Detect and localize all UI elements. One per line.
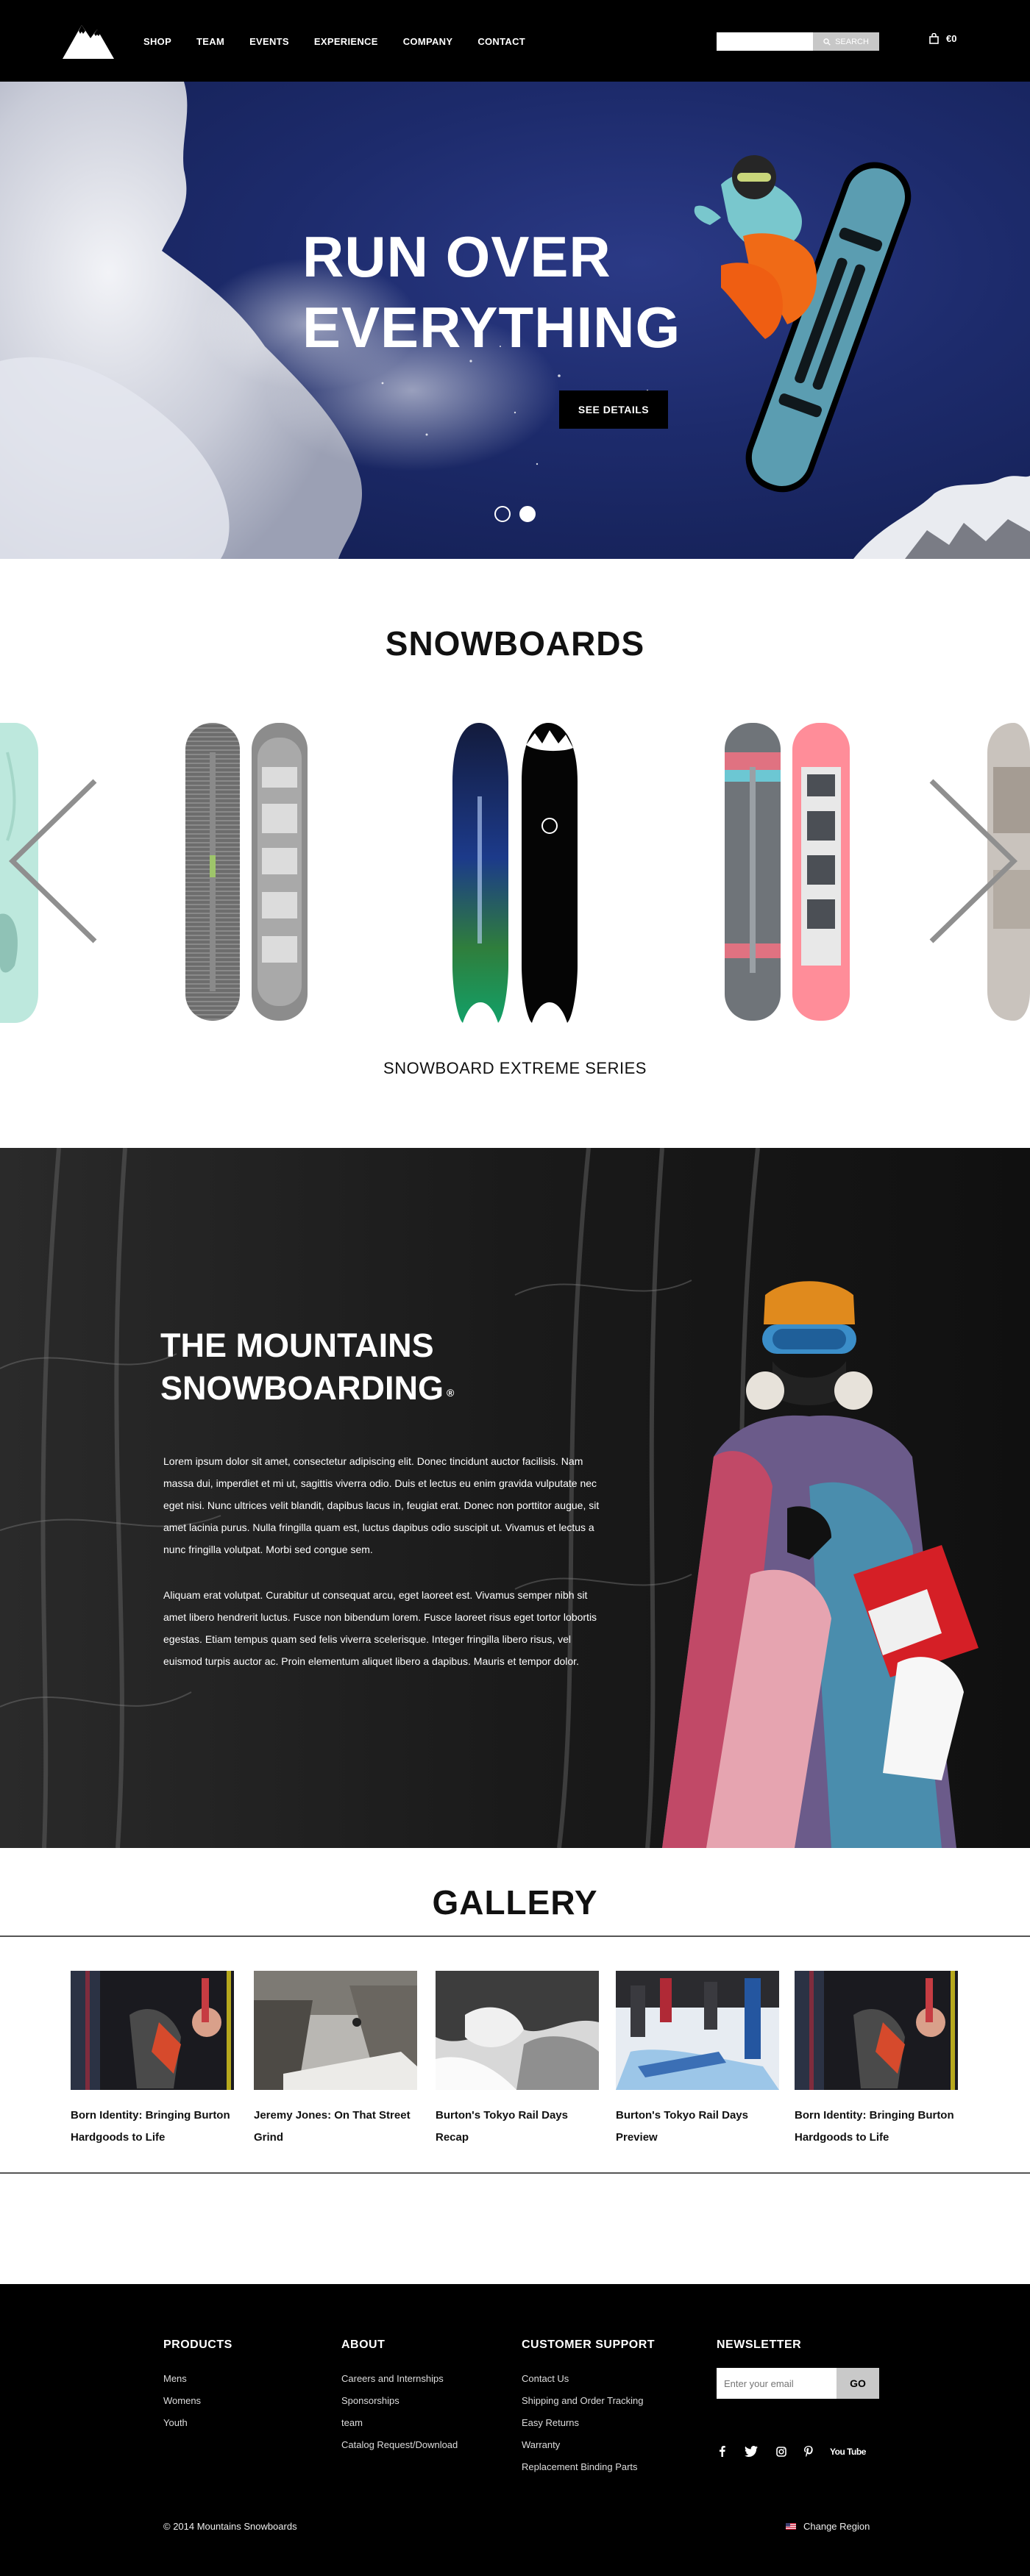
instagram-icon[interactable] (775, 2446, 787, 2457)
snowboard-custom[interactable] (725, 723, 850, 1021)
footer-link-womens[interactable]: Womens (163, 2390, 232, 2412)
footer-newsletter: NEWSLETTER GO (717, 2338, 879, 2399)
gallery-thumbnail[interactable] (436, 1971, 599, 2090)
footer-link-careers[interactable]: Careers and Internships (341, 2368, 458, 2390)
gallery-caption[interactable]: Jeremy Jones: On That Street Grind (254, 2105, 417, 2149)
social-links: You Tube (717, 2446, 866, 2457)
footer-about: ABOUT Careers and Internships Sponsorshi… (341, 2338, 458, 2456)
footer-products-heading: PRODUCTS (163, 2338, 232, 2351)
see-details-button[interactable]: SEE DETAILS (559, 390, 668, 429)
cart-amount: €0 (946, 33, 957, 44)
snowboard-series-label: SNOWBOARD EXTREME SERIES (383, 1059, 647, 1077)
twitter-icon[interactable] (743, 2446, 759, 2457)
footer-link-contact-us[interactable]: Contact Us (522, 2368, 655, 2390)
nav-team[interactable]: TEAM (196, 36, 224, 47)
footer-link-returns[interactable]: Easy Returns (522, 2412, 655, 2434)
footer-link-warranty[interactable]: Warranty (522, 2434, 655, 2456)
pinterest-icon[interactable] (803, 2446, 814, 2457)
newsletter-go-button[interactable]: GO (837, 2368, 879, 2399)
youtube-label: You Tube (830, 2446, 866, 2457)
change-region-label: Change Region (803, 2521, 870, 2532)
gallery-thumbnail[interactable] (71, 1971, 234, 2090)
gallery-thumbnail[interactable] (254, 1971, 417, 2090)
gallery-caption[interactable]: Burton's Tokyo Rail Days Recap (436, 2105, 599, 2149)
main-nav: SHOP TEAM EVENTS EXPERIENCE COMPANY CONT… (143, 36, 525, 47)
search-button-label: SEARCH (835, 37, 869, 46)
gallery-thumbnail[interactable] (795, 1971, 958, 2090)
search-icon (823, 38, 831, 46)
gallery-bottom-divider (0, 2172, 1030, 2174)
us-flag-icon (786, 2523, 796, 2530)
search-button[interactable]: SEARCH (813, 32, 879, 51)
hero-title-line1: RUN OVER (302, 224, 611, 289)
footer-link-binding-parts[interactable]: Replacement Binding Parts (522, 2456, 655, 2478)
gallery-title: GALLERY (432, 1883, 598, 1922)
feature-title-line2-text: SNOWBOARDING (160, 1369, 444, 1407)
nav-shop[interactable]: SHOP (143, 36, 171, 47)
gallery-caption[interactable]: Born Identity: Bringing Burton Hardgoods… (71, 2105, 234, 2149)
mountains-feature: THE MOUNTAINS SNOWBOARDING ® Lorem ipsum … (0, 1148, 1030, 1848)
footer-link-catalog[interactable]: Catalog Request/Download (341, 2434, 458, 2456)
feature-title-line2: SNOWBOARDING ® (160, 1367, 454, 1410)
footer-link-team[interactable]: team (341, 2412, 458, 2434)
footer-link-youth[interactable]: Youth (163, 2412, 232, 2434)
feature-title: THE MOUNTAINS SNOWBOARDING ® (160, 1324, 454, 1410)
youtube-icon[interactable]: You Tube (830, 2447, 866, 2457)
gallery-caption[interactable]: Burton's Tokyo Rail Days Preview (616, 2105, 779, 2149)
search-input[interactable] (717, 32, 813, 51)
nav-events[interactable]: EVENTS (249, 36, 289, 47)
footer-products: PRODUCTS Mens Womens Youth (163, 2338, 232, 2434)
feature-title-line1: THE MOUNTAINS (160, 1327, 434, 1364)
facebook-icon[interactable] (717, 2446, 728, 2457)
footer-link-shipping[interactable]: Shipping and Order Tracking (522, 2390, 655, 2412)
site-header: SHOP TEAM EVENTS EXPERIENCE COMPANY CONT… (0, 0, 1030, 82)
slider-dot-2[interactable] (519, 506, 536, 522)
hero-slider: RUN OVER EVERYTHING SEE DETAILS (0, 82, 1030, 559)
snowboard-grey-burton[interactable] (185, 723, 308, 1021)
hero-title: RUN OVER EVERYTHING (302, 221, 681, 363)
footer-link-mens[interactable]: Mens (163, 2368, 232, 2390)
newsletter-email-input[interactable] (717, 2368, 837, 2399)
snowboarder-figure (694, 155, 912, 493)
snowboard-extreme-series[interactable] (452, 723, 578, 1023)
gallery-item[interactable]: Born Identity: Bringing Burton Hardgoods… (795, 1971, 958, 2149)
gallery-thumbnail[interactable] (616, 1971, 779, 2090)
nav-experience[interactable]: EXPERIENCE (314, 36, 378, 47)
footer-about-heading: ABOUT (341, 2338, 386, 2351)
nav-company[interactable]: COMPANY (403, 36, 453, 47)
gallery-item[interactable]: Burton's Tokyo Rail Days Preview (616, 1971, 779, 2149)
search-bar: SEARCH (717, 32, 879, 51)
gallery-item[interactable]: Burton's Tokyo Rail Days Recap (436, 1971, 599, 2149)
copyright-text: © 2014 Mountains Snowboards (163, 2521, 297, 2532)
slider-dot-1[interactable] (494, 506, 511, 522)
footer-support-heading: CUSTOMER SUPPORT (522, 2338, 656, 2351)
gallery-item[interactable]: Jeremy Jones: On That Street Grind (254, 1971, 417, 2149)
hero-title-line2: EVERYTHING (302, 295, 681, 360)
cart[interactable]: €0 (929, 33, 956, 44)
feature-paragraph-2: Aliquam erat volutpat. Curabitur ut cons… (163, 1589, 597, 1667)
site-footer: PRODUCTS Mens Womens Youth ABOUT Careers… (0, 2284, 1030, 2576)
carousel-prev-icon[interactable] (7, 778, 98, 944)
change-region-link[interactable]: Change Region (786, 2521, 870, 2532)
snowboards-title: SNOWBOARDS (385, 624, 645, 663)
newsletter-heading: NEWSLETTER (717, 2338, 802, 2351)
carousel-next-icon[interactable] (928, 778, 1020, 944)
feature-paragraph-1: Lorem ipsum dolor sit amet, consectetur … (163, 1455, 600, 1555)
gallery-top-divider (0, 1935, 1030, 1937)
footer-link-sponsorships[interactable]: Sponsorships (341, 2390, 458, 2412)
gallery-item[interactable]: Born Identity: Bringing Burton Hardgoods… (71, 1971, 234, 2149)
slider-dots (494, 506, 536, 522)
mountain-logo-icon[interactable] (63, 21, 114, 59)
footer-support: CUSTOMER SUPPORT Contact Us Shipping and… (522, 2338, 655, 2478)
newsletter-form: GO (717, 2368, 879, 2399)
gallery-caption[interactable]: Born Identity: Bringing Burton Hardgoods… (795, 2105, 958, 2149)
shopping-bag-icon (929, 33, 939, 44)
registered-mark: ® (446, 1387, 455, 1399)
nav-contact[interactable]: CONTACT (477, 36, 525, 47)
